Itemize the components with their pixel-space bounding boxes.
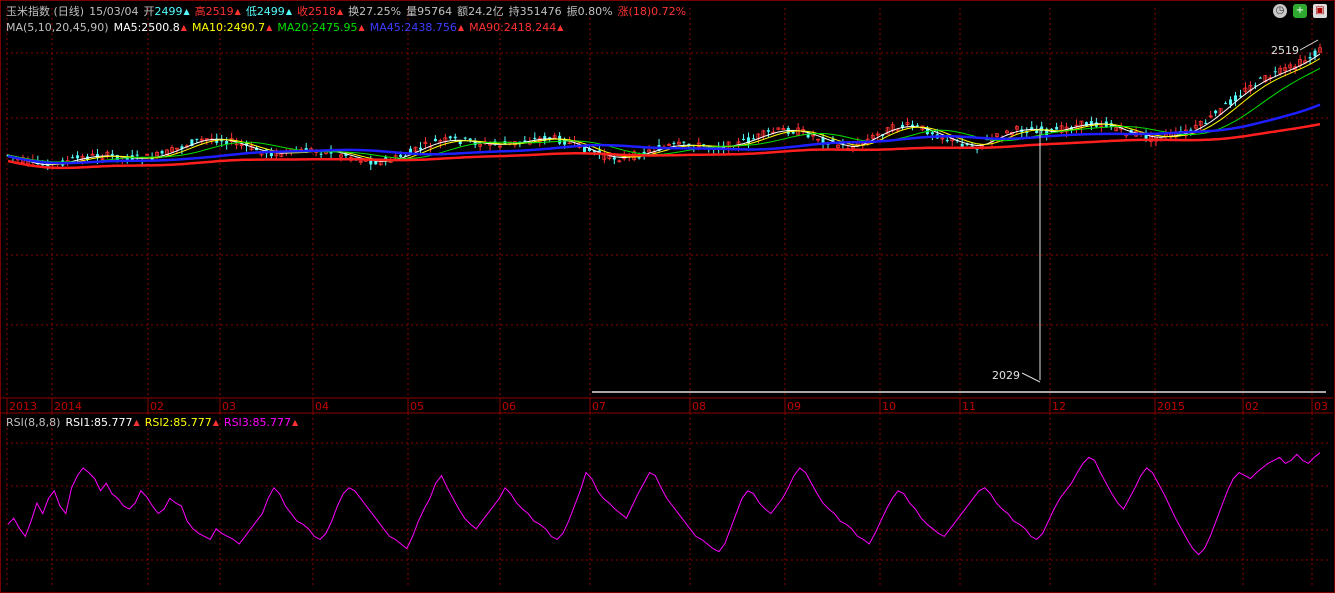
ma5-value: MA5:2500.8▲ [113, 21, 187, 34]
ma-legend: MA(5,10,20,45,90) MA5:2500.8▲ MA10:2490.7▲… [6, 21, 568, 35]
header-info-bar: 玉米指数 (日线) 15/03/04 开2499▲ 高2519▲ 低2499▲ 收2518… [6, 5, 691, 19]
window-icon[interactable]: ▣ [1313, 4, 1327, 18]
ma90-value: MA90:2418.244▲ [469, 21, 564, 34]
rsi2-value: RSI2:85.777▲ [144, 416, 219, 429]
rsi3-value: RSI3:85.777▲ [223, 416, 299, 429]
top-right-tools: ◷ + ▣ [1273, 4, 1327, 20]
oi-field: 持351476 [508, 5, 562, 18]
date-label: 15/03/04 [89, 5, 139, 18]
rsi-legend: RSI(8,8,8) RSI1:85.777▲ RSI2:85.777▲ RSI3:8… [6, 416, 303, 430]
clock-icon[interactable]: ◷ [1273, 4, 1287, 18]
ma45-value: MA45:2438.756▲ [369, 21, 465, 34]
rsi1-value: RSI1:85.777▲ [65, 416, 140, 429]
volume-field: 量95764 [406, 5, 453, 18]
open-field: 开2499▲ [143, 5, 190, 18]
close-field: 收2518▲ [296, 5, 344, 18]
rsi-params-label: RSI(8,8,8) [6, 416, 61, 429]
change-field: 涨(18)0.72% [617, 5, 687, 18]
ma10-value: MA10:2490.7▲ [191, 21, 273, 34]
chart-frame [0, 0, 1335, 593]
low-field: 低2499▲ [245, 5, 292, 18]
amp-field: 振0.80% [566, 5, 613, 18]
amount-field: 额24.2亿 [457, 5, 504, 18]
high-field: 高2519▲ [194, 5, 241, 18]
symbol-label: 玉米指数 (日线) [6, 5, 85, 18]
ma20-value: MA20:2475.95▲ [277, 21, 365, 34]
ma-params-label: MA(5,10,20,45,90) [6, 21, 109, 34]
turnover-field: 换27.25% [348, 5, 402, 18]
add-icon[interactable]: + [1293, 4, 1307, 18]
